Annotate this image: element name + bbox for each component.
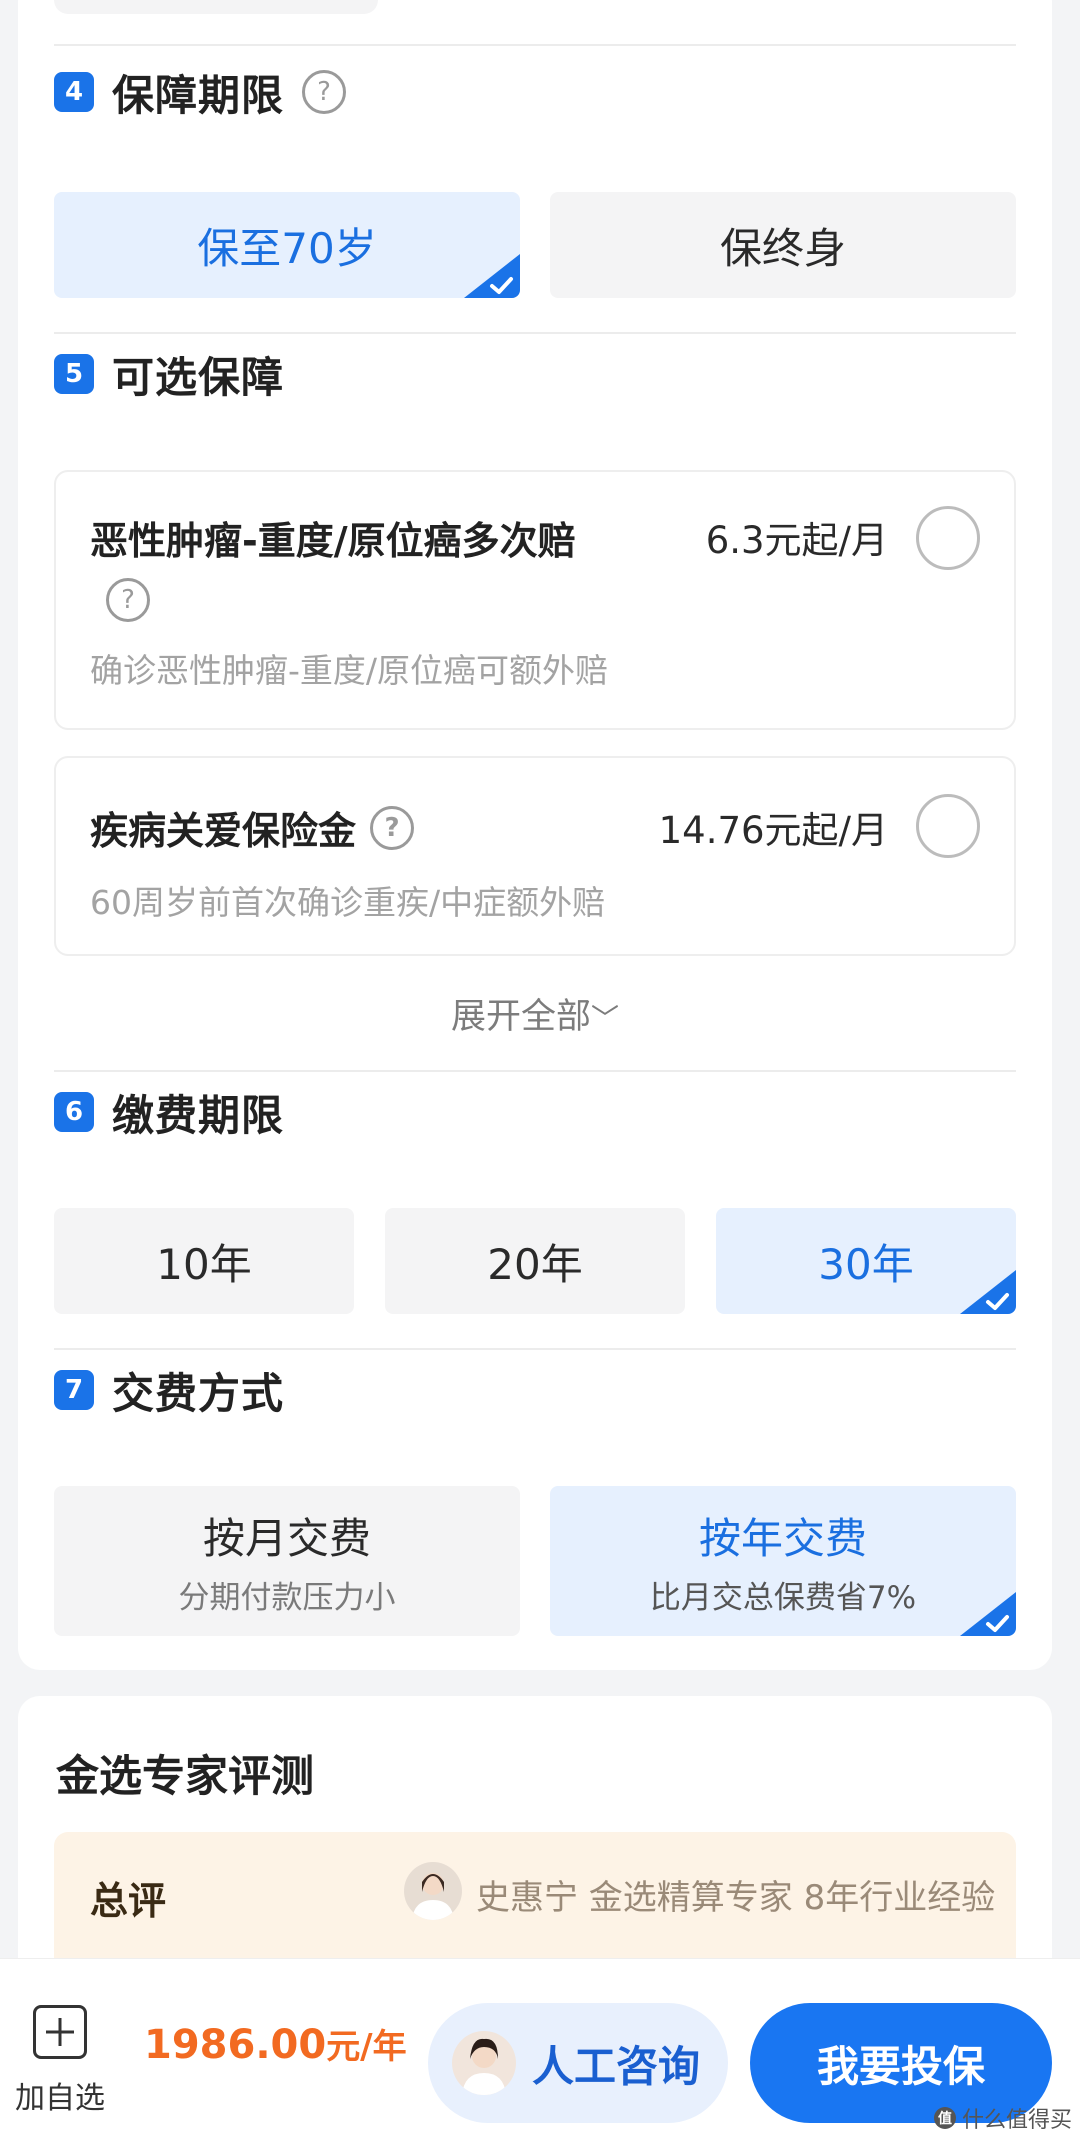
add-square-icon <box>33 2005 87 2059</box>
coverage-name: 恶性肿瘤-重度/原位癌多次赔 <box>90 519 576 563</box>
coverage-desc: 60周岁前首次确诊重疾/中症额外赔 <box>90 883 606 922</box>
price-unit: 元/年 <box>326 2027 407 2067</box>
review-title: 金选专家评测 <box>56 1752 314 1802</box>
section-number-badge: 4 <box>54 72 94 112</box>
option-pay-yearly[interactable]: 按年交费 比月交总保费省7% <box>550 1486 1016 1636</box>
option-label: 按月交费 <box>202 1514 371 1563</box>
section-optional-header: 5 可选保障 <box>54 346 284 402</box>
option-term-to-70[interactable]: 保至70岁 <box>54 192 520 298</box>
coverage-select-radio[interactable] <box>916 506 980 570</box>
help-icon[interactable]: ? <box>370 805 415 850</box>
section-term-header: 4 保障期限 ? <box>54 64 347 120</box>
plan-options-card: 4 保障期限 ? 保至70岁 保终身 5 可选保障 恶性肿瘤-重度/原位癌多次赔… <box>18 0 1052 1670</box>
section-number-badge: 6 <box>54 1092 94 1132</box>
divider <box>54 44 1016 46</box>
option-label: 20年 <box>487 1239 583 1289</box>
chevron-down-icon: ﹀ <box>591 1002 620 1035</box>
option-label: 10年 <box>156 1239 252 1289</box>
watermark-icon: 值 <box>933 2107 956 2129</box>
expand-all-button[interactable]: 展开全部﹀ <box>18 988 1052 1039</box>
option-label: 按年交费 <box>698 1514 867 1563</box>
help-icon[interactable]: ? <box>302 70 347 114</box>
add-favorite-button[interactable]: 加自选 <box>8 2005 112 2117</box>
expert-info: 史惠宁 金选精算专家 8年行业经验 <box>476 1878 996 1918</box>
bottom-action-bar: 加自选 1986.00元/年 人工咨询 我要投保 值 什么值得买 <box>0 1958 1080 2138</box>
add-favorite-label: 加自选 <box>15 2081 105 2116</box>
divider <box>54 332 1016 334</box>
premium-price: 1986.00元/年 <box>144 2019 407 2068</box>
section-number-badge: 7 <box>54 1370 94 1410</box>
help-icon[interactable]: ? <box>106 578 150 622</box>
check-corner-icon <box>960 1592 1016 1636</box>
coverage-item-disease-care[interactable]: 疾病关爱保险金 ? 14.76元起/月 60周岁前首次确诊重疾/中症额外赔 <box>54 756 1016 956</box>
option-sublabel: 比月交总保费省7% <box>649 1580 917 1616</box>
section-title: 交费方式 <box>112 1368 285 1418</box>
option-label: 30年 <box>818 1239 914 1289</box>
coverage-price: 14.76元起/月 <box>658 809 888 852</box>
section-title: 可选保障 <box>112 352 285 402</box>
coverage-desc: 确诊恶性肿瘤-重度/原位癌可额外赔 <box>90 651 609 690</box>
section-title: 缴费期限 <box>112 1090 285 1140</box>
option-label: 保终身 <box>719 223 846 273</box>
section-title: 保障期限 <box>112 70 285 120</box>
previous-option-stub <box>54 0 378 14</box>
section-pay-term-header: 6 缴费期限 <box>54 1084 284 1140</box>
divider <box>54 1070 1016 1072</box>
expert-avatar <box>404 1862 462 1920</box>
option-sublabel: 分期付款压力小 <box>178 1580 396 1616</box>
watermark: 值 什么值得买 <box>933 2102 1072 2134</box>
option-pay-30-years[interactable]: 30年 <box>716 1208 1016 1314</box>
watermark-text: 什么值得买 <box>961 2108 1072 2133</box>
option-pay-monthly[interactable]: 按月交费 分期付款压力小 <box>54 1486 520 1636</box>
option-label: 保至70岁 <box>197 223 377 273</box>
coverage-price: 6.3元起/月 <box>705 519 888 562</box>
check-corner-icon <box>960 1270 1016 1314</box>
review-label: 总评 <box>90 1879 167 1923</box>
price-amount: 1986.00 <box>144 2022 327 2068</box>
coverage-name: 疾病关爱保险金 <box>90 809 357 853</box>
coverage-name-row: 疾病关爱保险金 ? <box>90 800 415 855</box>
consult-label: 人工咨询 <box>532 2041 701 2091</box>
option-pay-20-years[interactable]: 20年 <box>385 1208 685 1314</box>
coverage-select-radio[interactable] <box>916 794 980 858</box>
check-corner-icon <box>464 254 520 298</box>
consult-button[interactable]: 人工咨询 <box>428 2003 728 2123</box>
consultant-avatar <box>452 2031 516 2095</box>
section-pay-mode-header: 7 交费方式 <box>54 1362 284 1418</box>
divider <box>54 1348 1016 1350</box>
option-term-lifetime[interactable]: 保终身 <box>550 192 1016 298</box>
expand-label: 展开全部 <box>450 997 591 1037</box>
coverage-item-cancer-multi[interactable]: 恶性肿瘤-重度/原位癌多次赔 6.3元起/月 ? 确诊恶性肿瘤-重度/原位癌可额… <box>54 470 1016 730</box>
section-number-badge: 5 <box>54 354 94 394</box>
option-pay-10-years[interactable]: 10年 <box>54 1208 354 1314</box>
